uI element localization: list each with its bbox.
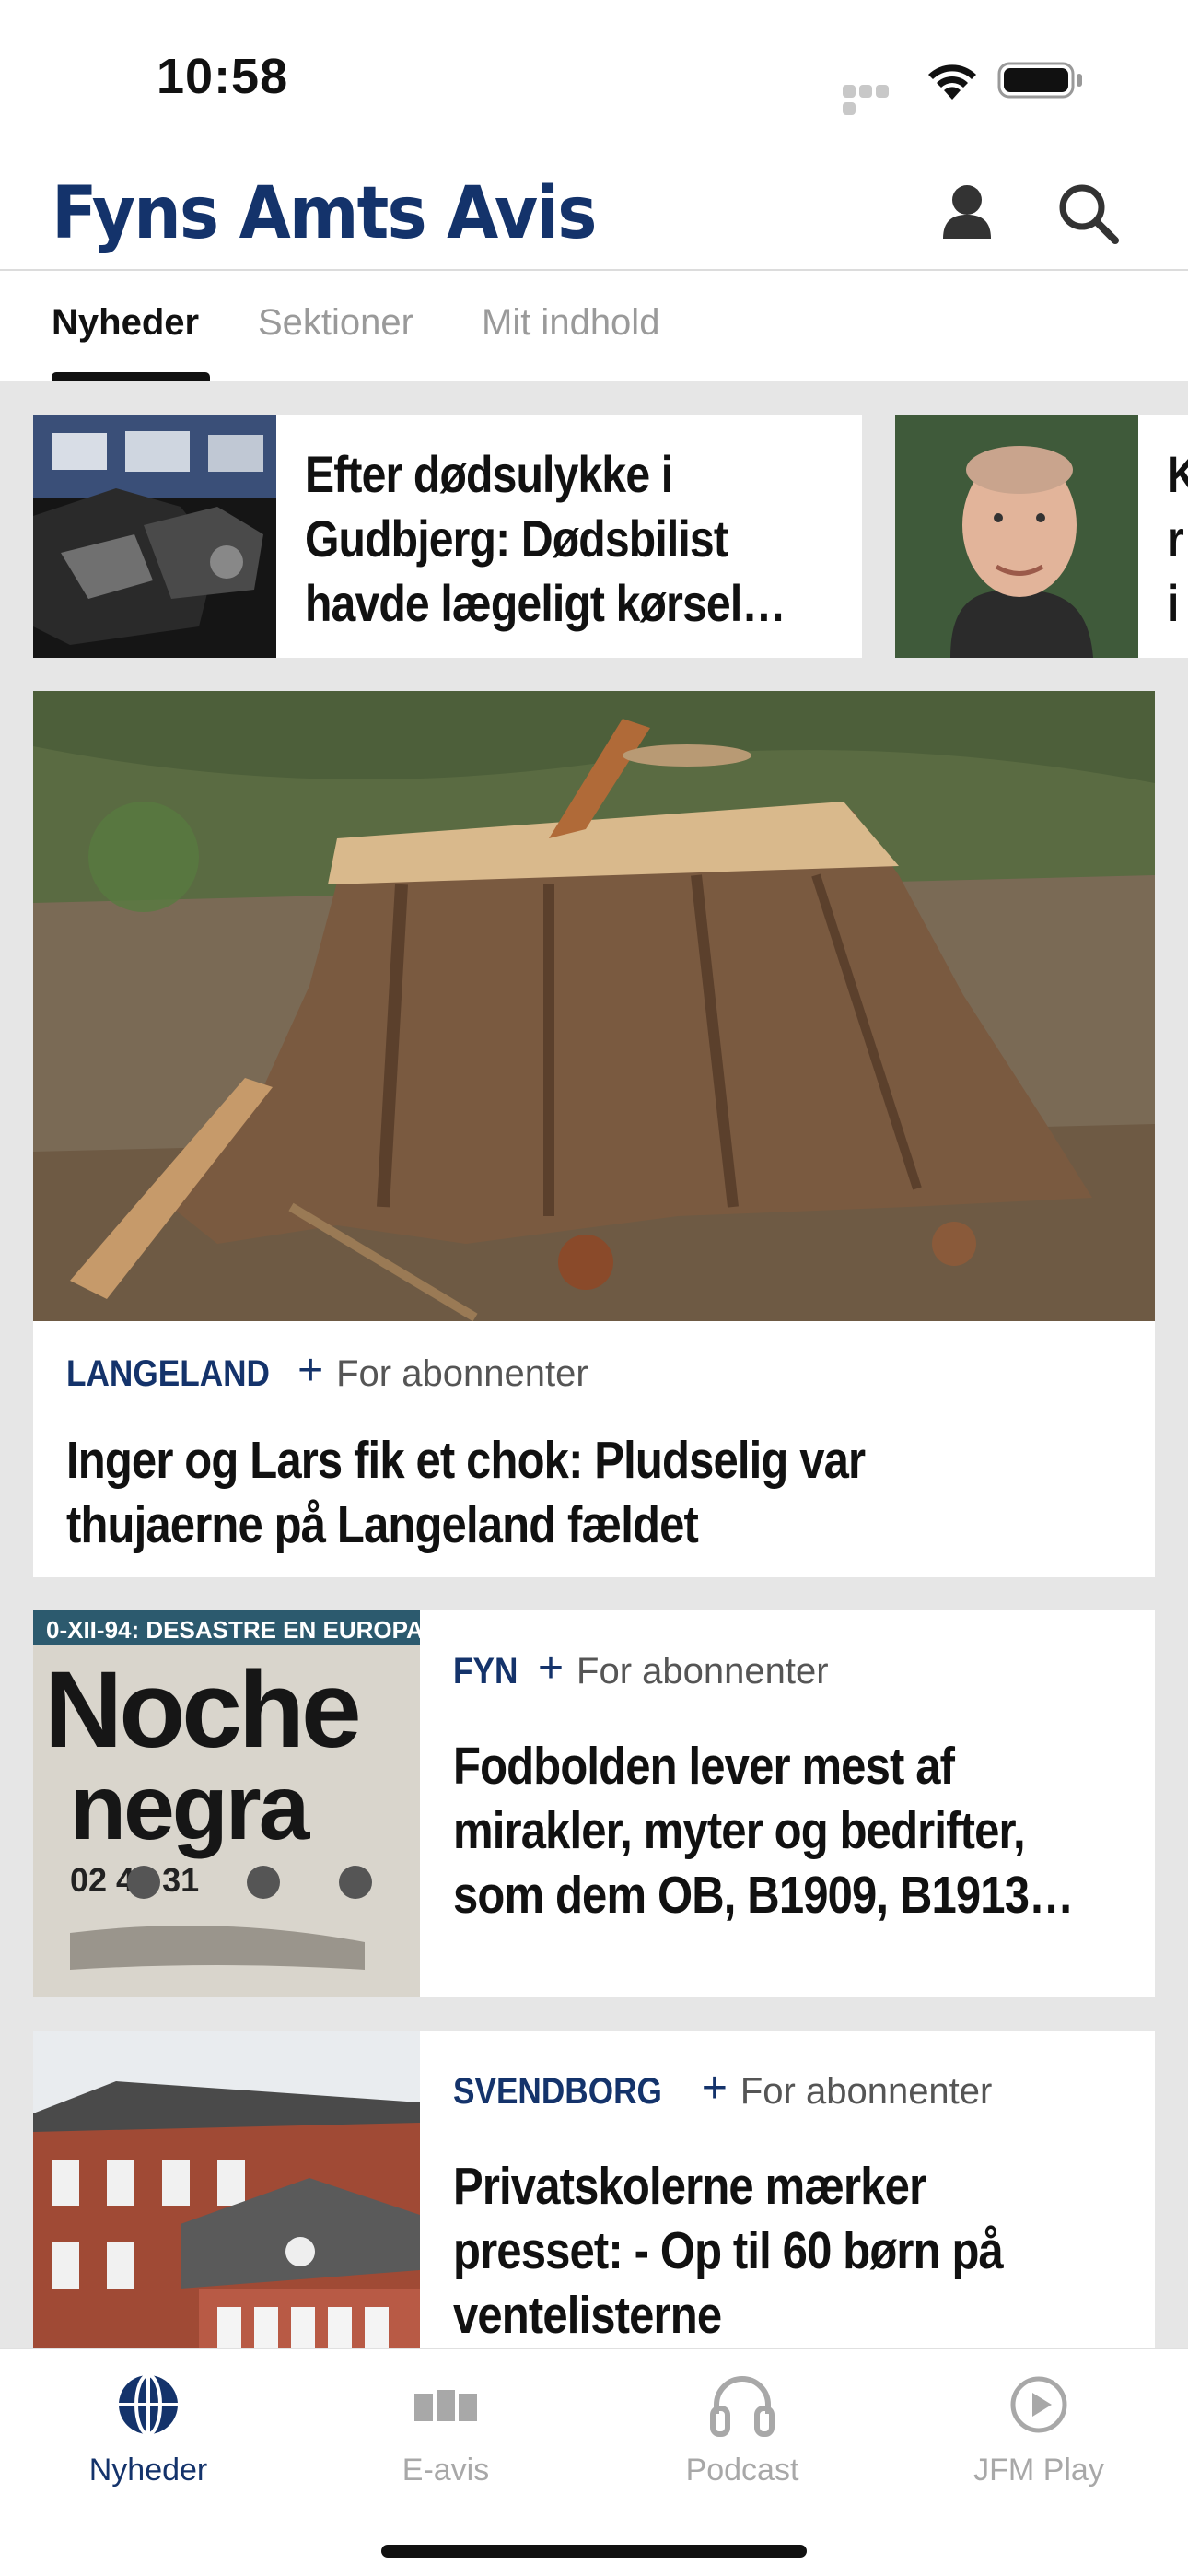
article-headline: Fodbolden lever mest af mirakler, myter … (453, 1737, 1074, 1925)
active-tab-indicator (52, 372, 210, 381)
svg-text:0-XII-94: DESASTRE EN EUROPA: 0-XII-94: DESASTRE EN EUROPA (46, 1616, 420, 1644)
status-time: 10:58 (157, 49, 289, 104)
news-feed[interactable]: Efter dødsulykke i Gudbjerg: Dødsbilist … (0, 381, 1188, 2348)
nav-label: Nyheder (88, 2453, 208, 2488)
article-card[interactable]: SVENDBORG + For abonnenter Privatskolern… (33, 2031, 1155, 2348)
home-indicator[interactable] (381, 2545, 807, 2558)
top-story-card[interactable]: K r i (895, 415, 1188, 658)
article-headline: Privatskolerne mærker presset: - Op til … (453, 2157, 1004, 2345)
search-icon[interactable] (1054, 180, 1124, 249)
article-thumbnail: 0-XII-94: DESASTRE EN EUROPA Noche negra… (33, 1610, 420, 1997)
nav-label: Podcast (685, 2453, 799, 2488)
nav-podcast[interactable]: Podcast (632, 2368, 853, 2488)
status-bar: 10:58 (0, 0, 1188, 157)
svg-text:Noche: Noche (44, 1649, 358, 1771)
svg-text:negra: negra (70, 1756, 311, 1859)
article-body: FYN + For abonnenter Fodbolden lever mes… (453, 1643, 1135, 1927)
section-tag: FYN (453, 1650, 518, 1692)
nav-label: JFM Play (973, 2453, 1104, 2488)
story-thumbnail (895, 415, 1138, 658)
subscriber-label: For abonnenter (740, 2070, 993, 2112)
tab-nyheder[interactable]: Nyheder (52, 302, 199, 344)
article-meta: LANGELAND + For abonnenter (66, 1346, 588, 1399)
brand-logo[interactable]: Fyns Amts Avis (52, 157, 597, 271)
nav-nyheder[interactable]: Nyheder (38, 2368, 259, 2488)
app-header: Fyns Amts Avis (0, 157, 1188, 271)
wifi-icon (928, 64, 976, 100)
globe-icon (119, 2373, 178, 2436)
article-card[interactable]: 0-XII-94: DESASTRE EN EUROPA Noche negra… (33, 1610, 1155, 1997)
featured-article-photo (33, 691, 1155, 1321)
subscriber-label: For abonnenter (577, 1650, 829, 1692)
story-title: K r i (1166, 445, 1188, 632)
featured-article-card[interactable]: LANGELAND + For abonnenter Inger og Lars… (33, 691, 1155, 1577)
nav-label: E-avis (402, 2453, 490, 2488)
section-tabs: Nyheder Sektioner Mit indhold (0, 271, 1188, 381)
play-icon (1010, 2376, 1067, 2433)
plus-icon: + (701, 2063, 728, 2113)
tab-mit-indhold[interactable]: Mit indhold (482, 302, 659, 344)
user-profile-icon[interactable] (935, 180, 999, 244)
newspaper-icon (414, 2390, 477, 2421)
plus-icon: + (297, 1346, 324, 1395)
story-title: Efter dødsulykke i Gudbjerg: Dødsbilist … (304, 445, 786, 632)
section-tag: LANGELAND (66, 1353, 270, 1394)
subscriber-label: For abonnenter (336, 1353, 588, 1394)
nav-jfm-play[interactable]: JFM Play (928, 2368, 1149, 2488)
story-thumbnail (33, 415, 276, 658)
section-tag: SVENDBORG (453, 2070, 662, 2112)
top-stories-carousel[interactable]: Efter dødsulykke i Gudbjerg: Dødsbilist … (0, 415, 1188, 658)
featured-headline: Inger og Lars fik et chok: Pludselig var… (66, 1431, 866, 1554)
top-story-card[interactable]: Efter dødsulykke i Gudbjerg: Dødsbilist … (33, 415, 862, 658)
bottom-navigation: Nyheder E-avis Podcast JFM Play (0, 2348, 1188, 2576)
plus-icon: + (538, 1643, 565, 1692)
nav-e-avis[interactable]: E-avis (335, 2368, 556, 2488)
article-body: SVENDBORG + For abonnenter Privatskolern… (453, 2063, 1135, 2348)
battery-icon (997, 62, 1082, 99)
article-thumbnail (33, 2031, 420, 2348)
tab-sektioner[interactable]: Sektioner (258, 302, 413, 344)
headphones-icon (710, 2376, 775, 2437)
cellular-signal-icon (843, 85, 905, 115)
